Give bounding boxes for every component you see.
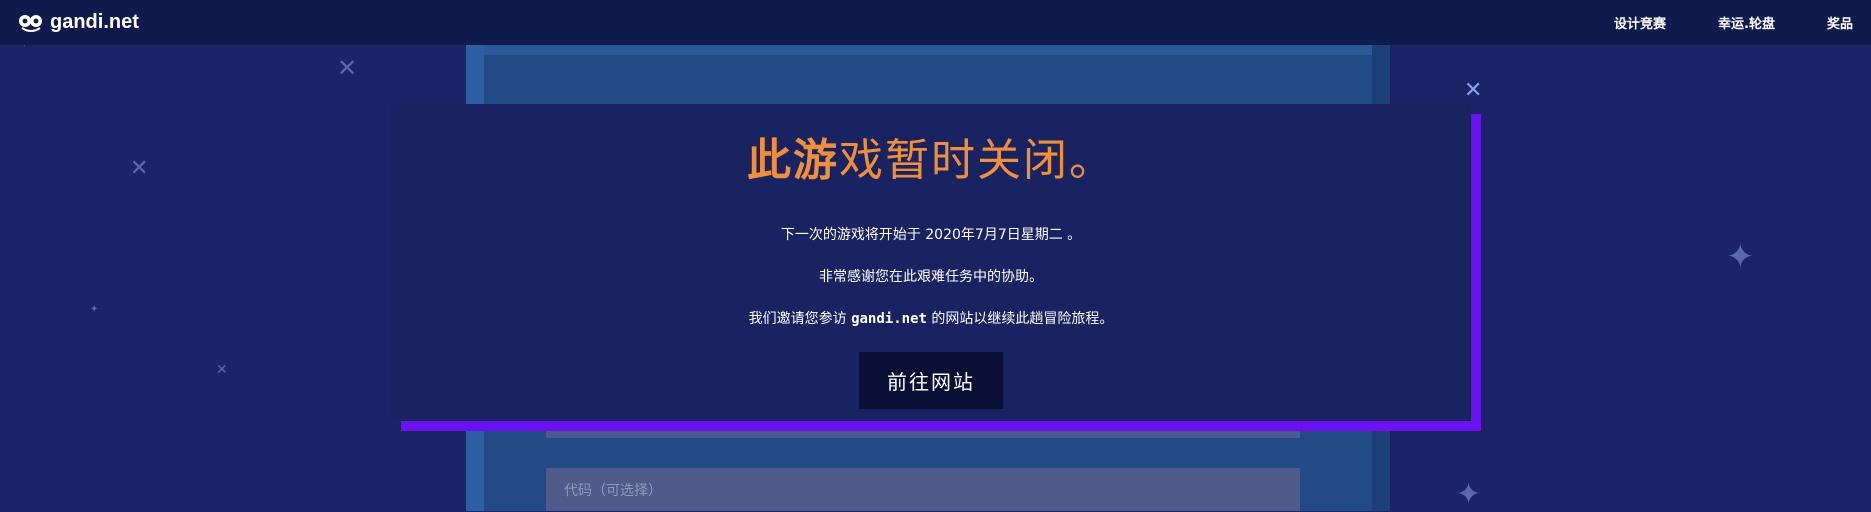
nav-design-contest[interactable]: 设计竞赛 <box>1614 13 1666 32</box>
invite-text-post: 的网站以继续此趟冒险旅程。 <box>926 311 1114 327</box>
next-game-date-text: 下一次的游戏将开始于 2020年7月7日星期二 。 <box>780 227 1082 243</box>
top-navigation-bar: gandi.net 设计竞赛 幸运.轮盘 奖品 <box>0 0 1871 45</box>
game-closed-modal: 此游戏暂时关闭。 下一次的游戏将开始于 2020年7月7日星期二 。 非常感谢您… <box>391 104 1471 421</box>
nav-lucky-wheel[interactable]: 幸运.轮盘 <box>1718 13 1775 32</box>
star-icon: ✦ <box>90 304 99 315</box>
star-icon: ✦ <box>1726 237 1755 277</box>
go-to-website-button[interactable]: 前往网站 <box>859 352 1003 409</box>
star-icon: ✕ <box>216 362 228 378</box>
invite-text-pre: 我们邀请您参访 <box>748 311 852 327</box>
close-icon[interactable]: ✕ <box>1464 78 1482 103</box>
nav-prizes[interactable]: 奖品 <box>1827 13 1853 32</box>
gandi-logo-icon <box>19 14 42 32</box>
star-icon: ✦ <box>1456 477 1482 512</box>
star-icon: ✕ <box>130 156 149 181</box>
site-logo[interactable]: gandi.net <box>18 11 139 34</box>
star-icon: ✕ <box>337 54 358 82</box>
logo-text: gandi.net <box>50 11 139 33</box>
main-nav: 设计竞赛 幸运.轮盘 奖品 <box>1614 13 1853 32</box>
thanks-text: 非常感谢您在此艰难任务中的协助。 <box>819 269 1043 285</box>
invite-text: 我们邀请您参访 gandi.net 的网站以继续此趟冒险旅程。 <box>391 308 1471 328</box>
modal-title-bold: 此游 <box>747 135 839 186</box>
modal-title: 此游戏暂时关闭。 <box>391 124 1471 188</box>
game-panel-top-edge <box>466 45 1390 55</box>
modal-title-rest: 戏暂时关闭。 <box>839 135 1115 186</box>
gandi-link[interactable]: gandi.net <box>851 311 927 327</box>
code-input-field[interactable]: 代码（可选择） <box>546 468 1300 511</box>
